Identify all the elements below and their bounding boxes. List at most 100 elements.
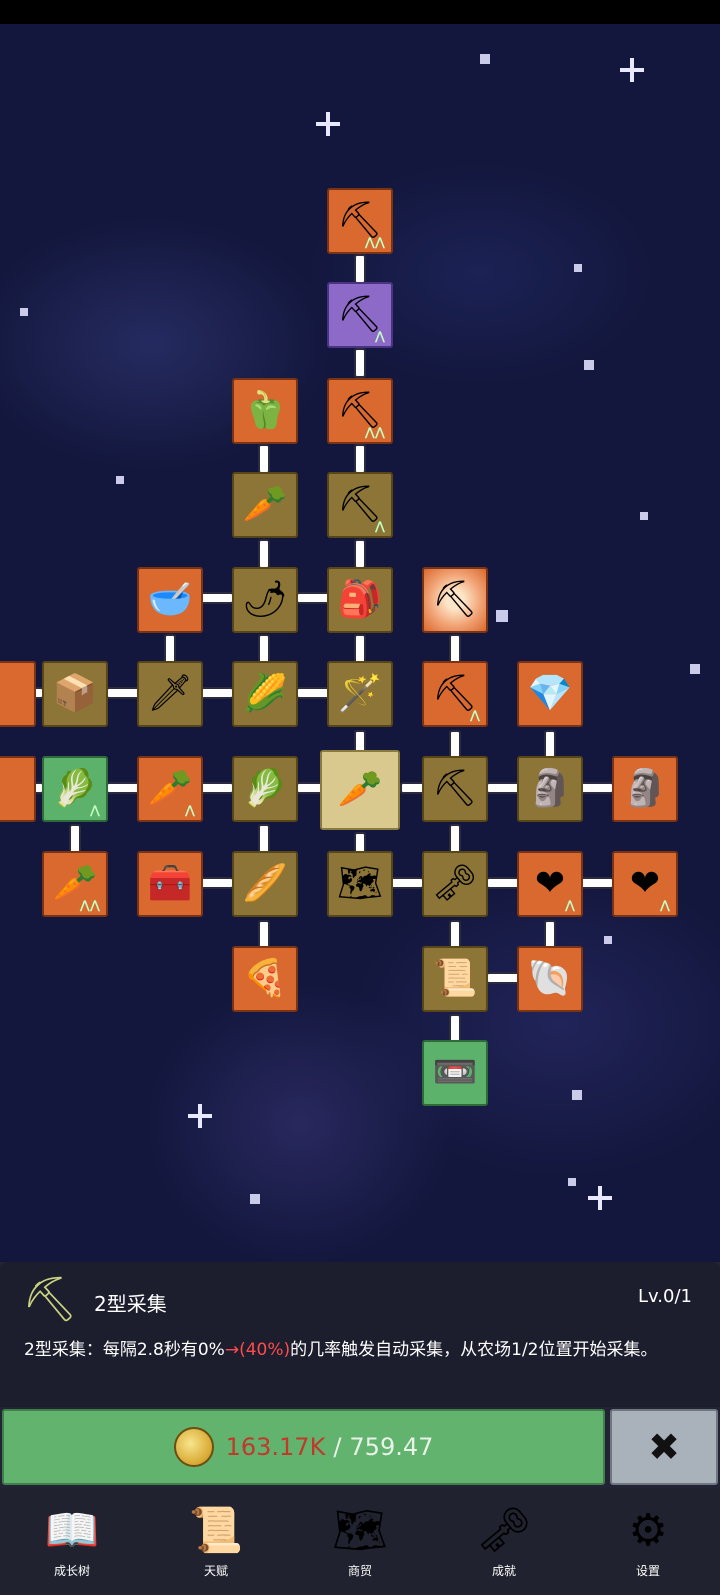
- crystal-icon: 💎: [527, 673, 573, 714]
- upgrade-chevron-icon: ⋀: [374, 329, 385, 343]
- scroll-icon: 📜: [432, 958, 478, 999]
- skill-node-daikon[interactable]: 🥕: [232, 472, 298, 538]
- skill-node-chili[interactable]: 🌶: [232, 567, 298, 633]
- nav-label: 设置: [635, 1564, 660, 1578]
- required-coins: 759.47: [349, 1433, 434, 1461]
- skill-node-pickaxe-1[interactable]: ⛏: [422, 756, 488, 822]
- skill-node-chest[interactable]: 🧰: [137, 851, 203, 917]
- skill-node-staff[interactable]: 🪄: [327, 661, 393, 727]
- book-icon: 📖: [44, 1505, 100, 1556]
- skill-node-shovel-1[interactable]: ⛏ ⋀: [327, 472, 393, 538]
- skill-node-cabbage-1[interactable]: 🥬: [232, 756, 298, 822]
- star-sparkle: [588, 1186, 612, 1210]
- skill-node-cassette[interactable]: 📼: [422, 1040, 488, 1106]
- chili-icon: 🌶: [242, 579, 288, 620]
- skill-node-fossil[interactable]: 🐚: [517, 946, 583, 1012]
- tree-link: [354, 254, 366, 284]
- close-icon: ✖: [648, 1425, 680, 1469]
- skill-node-edge-left-2[interactable]: [0, 756, 36, 822]
- cassette-icon: 📼: [432, 1052, 478, 1093]
- upgrade-button[interactable]: 163.17K / 759.47: [2, 1409, 605, 1485]
- skill-node-heart-1[interactable]: ❤ ⋀: [517, 851, 583, 917]
- map-icon: 🗺: [337, 863, 383, 904]
- heart-icon: ❤: [534, 863, 566, 904]
- skill-node-carrot-3[interactable]: 🥕 ⋀⋀: [42, 851, 108, 917]
- skill-node-cabbage-2[interactable]: 🥬 ⋀: [42, 756, 108, 822]
- skill-node-map[interactable]: 🗺: [327, 851, 393, 917]
- skill-node-pickaxe-type2[interactable]: ⛏: [422, 567, 488, 633]
- desc-boost-value: (40%): [239, 1340, 291, 1360]
- skill-node-parsnip[interactable]: 🥖: [232, 851, 298, 917]
- skill-node-edge-left-1[interactable]: [0, 661, 36, 727]
- upgrade-chevron-icon: ⋀: [564, 898, 575, 912]
- star: [574, 264, 582, 272]
- star-sparkle: [316, 112, 340, 136]
- desc-prefix: 2型采集：每隔2.8秒有0%: [24, 1340, 225, 1360]
- carrot-icon: 🥕: [147, 768, 193, 809]
- skill-node-magic-shovel[interactable]: ⛏ ⋀: [327, 282, 393, 348]
- pickaxe-icon: ⛏: [432, 768, 478, 809]
- upgrade-chevron-icon: ⋀: [659, 898, 670, 912]
- nav-achievements[interactable]: 🗝 成就: [432, 1488, 576, 1595]
- tree-link: [200, 877, 234, 889]
- skill-node-scroll[interactable]: 📜: [422, 946, 488, 1012]
- cabbage-icon: 🥬: [242, 768, 288, 809]
- skill-node-crate[interactable]: 📦: [42, 661, 108, 727]
- statue-icon: 🗿: [622, 768, 668, 809]
- tree-link: [258, 444, 270, 474]
- skill-node-statue-1[interactable]: 🗿: [517, 756, 583, 822]
- upgrade-chevron-icon: ⋀⋀: [364, 235, 385, 249]
- scroll-icon: 📜: [188, 1505, 244, 1556]
- star: [690, 664, 700, 674]
- carrot-icon: 🥕: [337, 769, 383, 810]
- radish-icon: 🥕: [242, 484, 288, 525]
- skill-description: 2型采集：每隔2.8秒有0%→(40%)的几率触发自动采集，从农场1/2位置开始…: [24, 1336, 700, 1364]
- tree-link: [580, 782, 614, 794]
- skill-node-shovel-speed-3[interactable]: ⛏ ⋀⋀: [327, 188, 393, 254]
- nav-label: 商贸: [347, 1564, 372, 1578]
- skill-node-heart-2[interactable]: ❤ ⋀: [612, 851, 678, 917]
- tree-link: [486, 782, 520, 794]
- star: [640, 512, 648, 520]
- carrot-icon: 🥕: [52, 863, 98, 904]
- skill-node-sword[interactable]: 🗡: [137, 661, 203, 727]
- nav-talent[interactable]: 📜 天赋: [144, 1488, 288, 1595]
- shovel-icon: ⛏: [337, 484, 383, 525]
- skill-node-pickaxe-2[interactable]: ⛏ ⋀: [422, 661, 488, 727]
- bell-pepper-icon: 🫑: [242, 390, 288, 431]
- tree-link: [449, 824, 461, 854]
- tree-link: [354, 444, 366, 474]
- skill-node-statue-2[interactable]: 🗿: [612, 756, 678, 822]
- shovel-icon: ⛏: [337, 390, 383, 431]
- cabbage-icon: 🥬: [52, 768, 98, 809]
- star: [116, 476, 124, 484]
- tree-link: [200, 782, 234, 794]
- skill-node-crystal[interactable]: 💎: [517, 661, 583, 727]
- skill-node-pizza[interactable]: 🍕: [232, 946, 298, 1012]
- nav-growth-tree[interactable]: 📖 成长树: [0, 1488, 144, 1595]
- nav-label: 成就: [491, 1564, 516, 1578]
- current-coins: 163.17K: [225, 1433, 326, 1461]
- skill-node-carrot-2[interactable]: 🥕 ⋀: [137, 756, 203, 822]
- tree-link: [69, 824, 81, 854]
- staff-icon: 🪄: [337, 673, 383, 714]
- close-button[interactable]: ✖: [610, 1409, 718, 1485]
- tree-link: [486, 877, 520, 889]
- star: [480, 54, 490, 64]
- skill-node-key[interactable]: 🗝: [422, 851, 488, 917]
- nav-trade[interactable]: 🗺 商贸: [288, 1488, 432, 1595]
- skill-node-backpack[interactable]: 🎒: [327, 567, 393, 633]
- skill-node-bowl[interactable]: 🥣: [137, 567, 203, 633]
- nav-label: 成长树: [53, 1564, 90, 1578]
- upgrade-chevron-icon: ⋀: [184, 803, 195, 817]
- skill-node-corn[interactable]: 🌽: [232, 661, 298, 727]
- skill-node-carrot-root[interactable]: 🥕: [320, 750, 400, 830]
- skill-tree-canvas[interactable]: ⛏ ⋀⋀ ⛏ ⋀ ⛏ ⋀⋀ 🫑 ⛏ ⋀ 🥕 🥣 🌶 🎒 ⛏ 📦 🗡 🌽 🪄 ⛏ ⋀ 💎 🥬 ⋀ 🥕 ⋀ 🥬 🥕 ⛏ 🗿 🗿 🥕 ⋀⋀ 🧰 🥖 🗺 🗝 ❤…: [0, 24, 720, 1264]
- star-sparkle: [188, 1104, 216, 1132]
- pickaxe-icon: ⛏: [22, 1274, 78, 1325]
- tree-link: [258, 539, 270, 569]
- nav-settings[interactable]: ⚙ 设置: [576, 1488, 720, 1595]
- tree-link: [200, 687, 234, 699]
- skill-node-pepper[interactable]: 🫑: [232, 378, 298, 444]
- skill-node-shovel-speed-2[interactable]: ⛏ ⋀⋀: [327, 378, 393, 444]
